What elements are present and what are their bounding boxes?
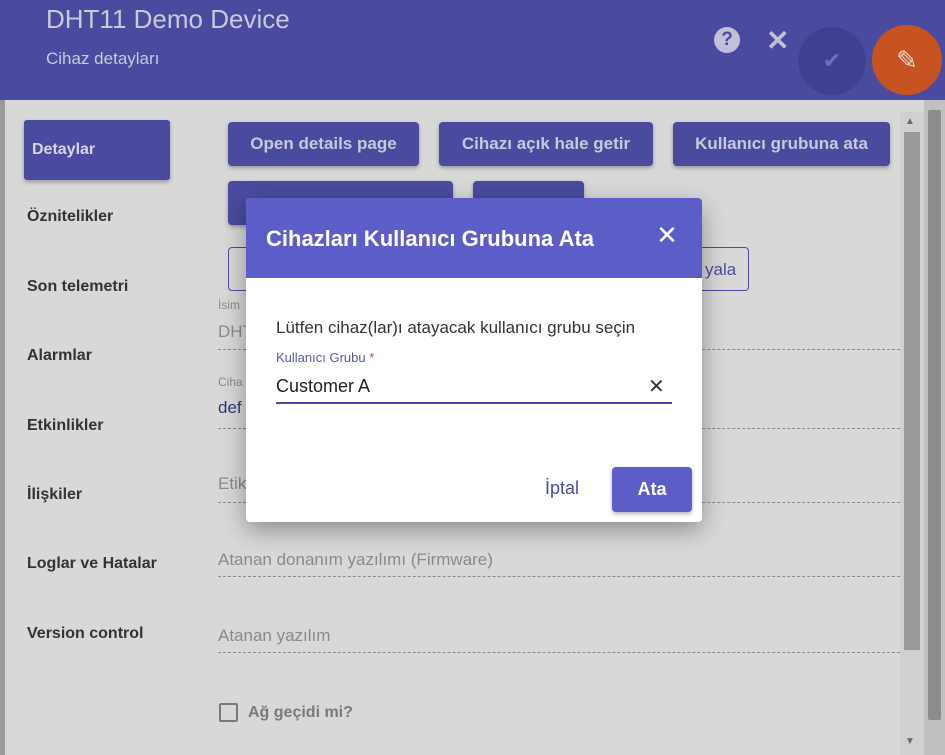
user-group-label-text: Kullanıcı Grubu: [276, 350, 366, 365]
make-device-public-button[interactable]: Cihazı açık hale getir: [439, 122, 653, 166]
firmware-field[interactable]: Atanan donanım yazılımı (Firmware): [218, 550, 493, 570]
check-icon[interactable]: ✔: [798, 27, 866, 95]
close-icon[interactable]: ✕: [766, 24, 789, 57]
gateway-checkbox-label: Ağ geçidi mi?: [248, 704, 353, 721]
profile-link[interactable]: def: [218, 398, 242, 418]
assign-group-dialog: Cihazları Kullanıcı Grubuna Ata ✕ Lütfen…: [246, 198, 702, 522]
sidebar-item-logs-errors[interactable]: Loglar ve Hatalar: [27, 555, 157, 573]
user-group-field-label: Kullanıcı Grubu *: [276, 350, 374, 365]
device-title: DHT11 Demo Device: [46, 4, 290, 34]
dialog-prompt: Lütfen cihaz(lar)ı atayacak kullanıcı gr…: [276, 318, 636, 337]
dialog-header: Cihazları Kullanıcı Grubuna Ata ✕: [246, 198, 702, 278]
cancel-button[interactable]: İptal: [532, 470, 592, 506]
device-subtitle: Cihaz detayları: [46, 49, 160, 68]
sidebar-item-relations[interactable]: İlişkiler: [27, 486, 82, 504]
sidebar-item-attributes[interactable]: Öznitelikler: [27, 208, 113, 226]
edit-pencil-icon[interactable]: ✎: [872, 25, 942, 95]
scroll-down-icon[interactable]: ▼: [905, 736, 915, 747]
gateway-checkbox[interactable]: [219, 703, 238, 722]
user-group-input[interactable]: [276, 370, 672, 404]
page-scrollbar-thumb[interactable]: [928, 110, 941, 720]
assign-to-group-button[interactable]: Kullanıcı grubuna ata: [673, 122, 890, 166]
field-divider: [218, 652, 900, 653]
required-mark: *: [369, 350, 375, 365]
close-icon[interactable]: ✕: [654, 222, 680, 248]
scroll-up-icon[interactable]: ▲: [905, 116, 915, 127]
sidebar-item-details[interactable]: Detaylar: [24, 120, 170, 180]
details-header: DHT11 Demo Device Cihaz detayları ? ✕ ✔ …: [0, 0, 945, 100]
profile-field-label: Ciha: [218, 375, 243, 389]
sidebar-item-events[interactable]: Etkinlikler: [27, 417, 103, 435]
field-divider: [218, 576, 900, 577]
assign-button[interactable]: Ata: [612, 467, 692, 512]
help-icon[interactable]: ?: [714, 27, 740, 53]
software-field[interactable]: Atanan yazılım: [218, 626, 330, 646]
sidebar-item-label: Detaylar: [32, 141, 96, 158]
sidebar-item-version-control[interactable]: Version control: [27, 625, 143, 643]
clear-icon[interactable]: ✕: [648, 374, 665, 399]
label-field-placeholder[interactable]: Etik: [218, 474, 246, 494]
content-scrollbar-thumb[interactable]: [904, 132, 920, 650]
sidebar-item-latest-telemetry[interactable]: Son telemetri: [27, 278, 128, 296]
name-field-label: İsim: [218, 298, 240, 312]
sidebar-item-alarms[interactable]: Alarmlar: [27, 347, 92, 365]
open-details-page-button[interactable]: Open details page: [228, 122, 419, 166]
left-edge-strip: [0, 100, 5, 755]
dialog-title: Cihazları Kullanıcı Grubuna Ata: [266, 226, 595, 251]
